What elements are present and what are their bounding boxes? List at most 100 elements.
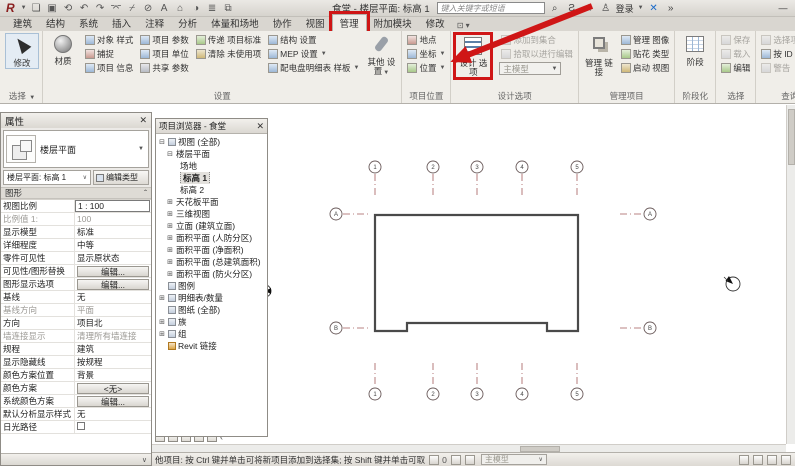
tab-systems[interactable]: 系统 <box>72 15 105 31</box>
object-styles-button[interactable]: 对象 样式 <box>83 33 135 47</box>
tree-item-groups[interactable]: ⊞组 <box>156 328 267 340</box>
color-scheme-button[interactable]: <无> <box>77 383 149 394</box>
modify-button[interactable]: 修改 <box>5 33 39 69</box>
graphic-display-edit-button[interactable]: 编辑... <box>77 279 149 290</box>
collapse-section-icon[interactable]: ˆ <box>144 188 147 198</box>
property-row[interactable]: 可见性/图形替换编辑... <box>1 265 151 278</box>
switch-windows-icon[interactable]: ⧉ <box>222 1 235 16</box>
project-parameters-button[interactable]: 项目 参数 <box>138 33 190 47</box>
redo-icon[interactable]: ↷ <box>94 1 107 16</box>
tree-item-revit-links[interactable]: Revit 链接 <box>156 340 267 352</box>
project-units-button[interactable]: 项目 单位 <box>138 47 190 61</box>
property-row[interactable]: 日光路径 <box>1 421 151 434</box>
tree-item-floor-plans[interactable]: ⊟楼层平面 <box>156 148 267 160</box>
select-pinned-icon[interactable] <box>767 455 777 465</box>
exchange-apps-icon[interactable]: ✕ <box>647 3 661 14</box>
tree-item-level-2[interactable]: 标高 2 <box>156 184 267 196</box>
edit-linked-icon[interactable] <box>753 455 763 465</box>
sun-path-checkbox[interactable] <box>77 422 85 430</box>
manage-links-button[interactable]: 管理 链接 <box>582 33 616 77</box>
close-icon[interactable]: ✕ <box>256 121 264 132</box>
visibility-graphics-edit-button[interactable]: 编辑... <box>77 266 149 277</box>
materials-button[interactable]: 材质 <box>46 33 80 66</box>
additional-settings-button[interactable]: 其他 设置▼ <box>364 33 398 76</box>
tab-analyze[interactable]: 分析 <box>171 15 204 31</box>
mep-settings-button[interactable]: MEP 设置▼ <box>266 47 361 61</box>
subscription-icon[interactable]: Ƨ <box>565 3 579 14</box>
property-row[interactable]: 零件可见性显示原状态 <box>1 252 151 265</box>
tab-structure[interactable]: 结构 <box>39 15 72 31</box>
building-walls[interactable] <box>375 215 578 331</box>
user-icon[interactable]: ♙ <box>599 3 613 14</box>
graphics-section-header[interactable]: 图形 ˆ <box>1 187 151 199</box>
app-menu-chevron-icon[interactable]: ▼ <box>21 5 27 11</box>
search-input[interactable] <box>437 2 545 14</box>
grid-lines[interactable] <box>343 174 644 387</box>
vertical-scrollbar-thumb[interactable] <box>788 109 795 165</box>
panel-label-select[interactable]: 选择 ▼ <box>2 91 42 103</box>
tab-addins[interactable]: 附加模块 <box>367 15 419 31</box>
tree-item-ceiling-plans[interactable]: ⊞天花板平面 <box>156 196 267 208</box>
revit-app-button[interactable]: R <box>4 1 17 15</box>
tab-collaborate[interactable]: 协作 <box>266 15 299 31</box>
elevation-marker-east[interactable] <box>724 276 740 291</box>
property-row[interactable]: 系统颜色方案编辑... <box>1 395 151 408</box>
tab-insert[interactable]: 插入 <box>105 15 138 31</box>
tree-item-area-plan-fire[interactable]: ⊞面积平面 (防火分区) <box>156 268 267 280</box>
shared-parameters-button[interactable]: 共享 参数 <box>138 61 190 75</box>
property-row[interactable]: 规程建筑 <box>1 343 151 356</box>
tag-icon[interactable]: ⊘ <box>142 1 155 16</box>
phases-button[interactable]: 阶段 <box>678 33 712 67</box>
property-row[interactable]: 显示隐藏线按规程 <box>1 356 151 369</box>
measure-icon[interactable]: ⌤ <box>110 1 123 16</box>
location-button[interactable]: 地点 <box>405 33 447 47</box>
property-row[interactable]: 颜色方案<无> <box>1 382 151 395</box>
structural-settings-button[interactable]: 结构 设置 <box>266 33 361 47</box>
position-button[interactable]: 位置▼ <box>405 61 447 75</box>
tree-item-site[interactable]: 场地 <box>156 160 267 172</box>
tree-item-3d-views[interactable]: ⊞三维视图 <box>156 208 267 220</box>
tab-architecture[interactable]: 建筑 <box>6 15 39 31</box>
editable-only-icon[interactable] <box>451 455 461 465</box>
window-minimize-button[interactable]: — <box>775 3 791 13</box>
aligned-dimension-icon[interactable]: ⌿ <box>126 1 139 16</box>
property-row[interactable]: 墙连接显示清理所有墙连接 <box>1 330 151 343</box>
purge-unused-button[interactable]: 清除 未使用项 <box>194 47 263 61</box>
property-row[interactable]: 默认分析显示样式无 <box>1 408 151 421</box>
design-option-pick-icon[interactable] <box>465 455 475 465</box>
tree-item-legends[interactable]: 图例 <box>156 280 267 292</box>
horizontal-scrollbar[interactable] <box>152 444 786 452</box>
undo-icon[interactable]: ↶ <box>78 1 91 16</box>
starting-view-button[interactable]: 启动 视图 <box>619 61 671 75</box>
project-info-button[interactable]: 项目 信息 <box>83 61 135 75</box>
type-selector-chevron-icon[interactable]: ▼ <box>138 146 144 152</box>
properties-help-expander[interactable]: ∨ <box>1 453 151 465</box>
section-icon[interactable]: ◑ <box>190 1 203 16</box>
vertical-scrollbar[interactable] <box>786 105 795 444</box>
edit-type-button[interactable]: 编辑类型 <box>93 170 149 185</box>
properties-header[interactable]: 属性 ✕ <box>1 113 151 128</box>
filter-icon[interactable] <box>781 455 791 465</box>
tab-view[interactable]: 视图 <box>299 15 332 31</box>
tree-item-area-plan-net[interactable]: ⊞面积平面 (净面积) <box>156 244 267 256</box>
tree-item-level-1[interactable]: 标高 1 <box>156 172 267 184</box>
tab-annotate[interactable]: 注释 <box>138 15 171 31</box>
decal-types-button[interactable]: 贴花 类型 <box>619 47 671 61</box>
favorites-star-icon[interactable]: ☆ <box>582 3 596 14</box>
system-color-scheme-edit-button[interactable]: 编辑... <box>77 396 149 407</box>
property-row[interactable]: 详细程度中等 <box>1 239 151 252</box>
view-scale-input[interactable]: 1 : 100 <box>75 200 150 212</box>
property-row[interactable]: 图形显示选项编辑... <box>1 278 151 291</box>
manage-images-button[interactable]: 管理 图像 <box>619 33 671 47</box>
close-icon[interactable]: ✕ <box>139 115 147 126</box>
exclude-options-icon[interactable] <box>739 455 749 465</box>
select-by-id-button[interactable]: 按 ID 选择 <box>759 47 795 61</box>
property-row[interactable]: 基线无 <box>1 291 151 304</box>
worksharing-icon[interactable] <box>429 455 439 465</box>
property-row[interactable]: 比例值 1:100 <box>1 213 151 226</box>
tab-modify[interactable]: 修改 <box>419 15 452 31</box>
thin-lines-icon[interactable]: ≣ <box>206 1 219 16</box>
tree-item-elevations[interactable]: ⊞立面 (建筑立面) <box>156 220 267 232</box>
sign-in-link[interactable]: 登录 <box>616 2 634 15</box>
panel-schedule-templates-button[interactable]: 配电盘明细表 样板▼ <box>266 61 361 75</box>
